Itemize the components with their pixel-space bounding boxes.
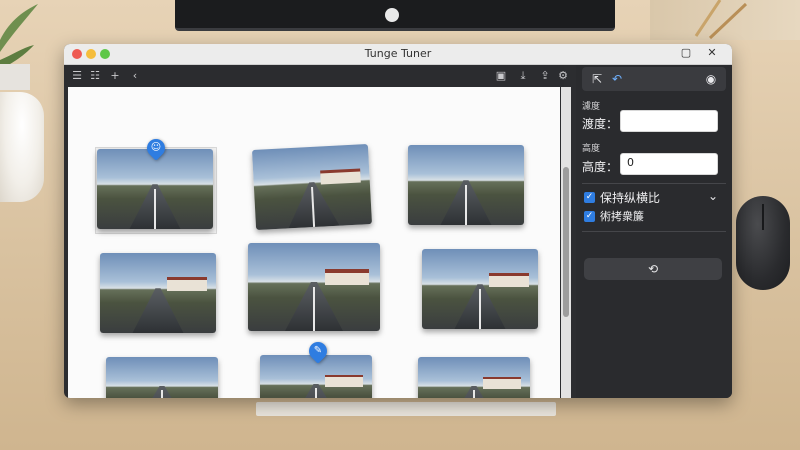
cup-decoration: [0, 92, 44, 202]
photo-thumbnail[interactable]: [248, 243, 380, 331]
photo-thumbnail[interactable]: [418, 357, 530, 398]
smile-pin-icon[interactable]: ☺: [143, 135, 169, 161]
keep-aspect-checkbox[interactable]: ✓: [584, 192, 595, 203]
window-title: Tunge Tuner: [364, 47, 432, 60]
list-numbered-icon[interactable]: ☷: [88, 69, 102, 82]
panel-toolbar: ⇱ ↶ ◉: [582, 67, 726, 91]
height-label: 高度：: [582, 160, 619, 174]
toolbar: ☰ ☷ + ‹ ▣ ⤓ ⇪ ⚙: [64, 65, 568, 87]
app-window: Tunge Tuner ▢ ✕ ☰ ☷ + ‹ ▣ ⤓ ⇪ ⚙ ☺ ✎ ⇱ ↶ …: [64, 44, 732, 398]
monitor-logo: [385, 8, 399, 22]
computer-mouse: [736, 196, 790, 290]
panel-divider: [582, 231, 726, 232]
maximize-button[interactable]: ▢: [678, 46, 694, 59]
photo-gallery: ☺ ✎: [68, 87, 560, 398]
pencils-decoration: [694, 0, 748, 40]
photo-thumbnail[interactable]: [408, 145, 524, 225]
list-icon[interactable]: ☰: [70, 69, 84, 82]
undo-icon[interactable]: ↶: [610, 72, 624, 86]
monitor: [175, 0, 615, 31]
close-button[interactable]: ✕: [704, 46, 720, 59]
scrollbar-thumb[interactable]: [563, 167, 569, 317]
photo-thumbnail[interactable]: [100, 253, 216, 333]
chevron-down-icon[interactable]: ⌄: [706, 189, 720, 203]
photo-thumbnail[interactable]: [106, 357, 218, 398]
image-icon[interactable]: ▣: [494, 69, 508, 82]
second-option-checkbox[interactable]: ✓: [584, 211, 595, 222]
info-icon[interactable]: ◉: [704, 72, 718, 86]
title-bar: Tunge Tuner ▢ ✕: [64, 44, 732, 65]
export-icon[interactable]: ⇱: [590, 72, 604, 86]
second-option-label: 術拷衆簾: [600, 210, 644, 223]
back-icon[interactable]: ‹: [128, 69, 142, 82]
apply-button[interactable]: ⟲: [584, 258, 722, 280]
window-stand: [256, 402, 556, 416]
plant-decoration: [0, 4, 38, 90]
width-field[interactable]: [620, 110, 718, 132]
width-label: 渡度：: [582, 117, 619, 131]
gallery-scrollbar[interactable]: [561, 87, 571, 398]
photo-thumbnail[interactable]: [97, 149, 213, 229]
photo-thumbnail[interactable]: [422, 249, 538, 329]
keep-aspect-label: 保持纵横比: [600, 191, 661, 205]
settings-icon[interactable]: ⚙: [556, 69, 570, 82]
download-icon[interactable]: ⤓: [516, 69, 530, 83]
properties-panel: ⇱ ↶ ◉ 濾度 渡度： 高度 高度： 0 ✓ 保持纵横比 ⌄ ✓ 術拷衆簾 ⟲: [576, 65, 732, 398]
share-icon[interactable]: ⇪: [538, 69, 552, 82]
height-caption: 高度: [582, 144, 601, 154]
edit-pin-icon[interactable]: ✎: [305, 338, 331, 364]
width-caption: 濾度: [582, 102, 601, 112]
photo-thumbnail[interactable]: [251, 144, 373, 230]
plus-icon[interactable]: +: [108, 69, 122, 82]
panel-divider: [582, 183, 726, 184]
height-field[interactable]: 0: [620, 153, 718, 175]
